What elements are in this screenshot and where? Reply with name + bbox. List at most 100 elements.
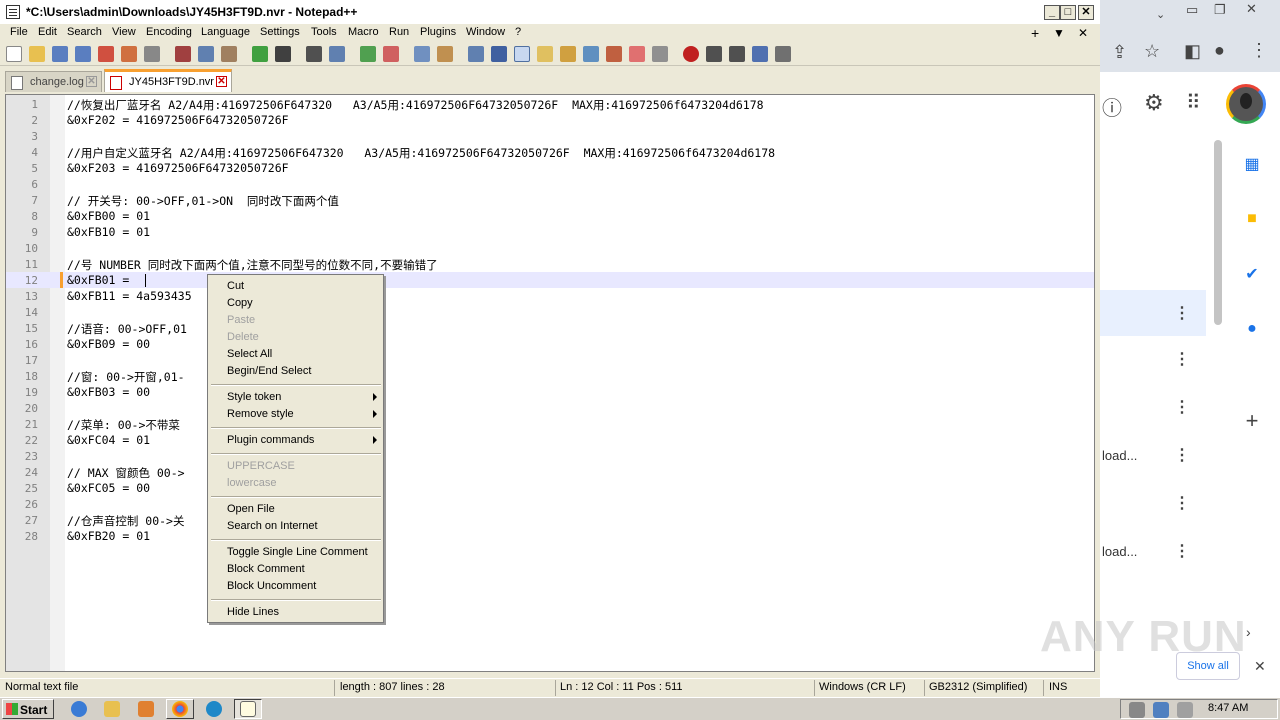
copy-icon[interactable] — [198, 46, 214, 62]
menu-search[interactable]: Search — [67, 26, 102, 38]
tab-change-log[interactable]: change.log ✕ — [5, 71, 102, 92]
network-icon[interactable] — [1153, 702, 1169, 718]
record-macro-icon[interactable] — [683, 46, 699, 62]
sync-h-icon[interactable] — [437, 46, 453, 62]
monitoring-icon[interactable] — [629, 46, 645, 62]
editor-line[interactable]: 17 — [6, 352, 1094, 368]
editor-line[interactable]: 26 — [6, 496, 1094, 512]
list-item[interactable]: ⋮ — [1100, 290, 1206, 336]
indent-guide-icon[interactable] — [514, 46, 530, 62]
menu-view[interactable]: View — [112, 26, 136, 38]
editor-line[interactable]: 3 — [6, 128, 1094, 144]
editor-line[interactable]: 4 //用户自定义蓝牙名 A2/A4用:416972506F647320 A3/A… — [6, 144, 1094, 160]
menu-item-block-uncomment[interactable]: Block Uncomment — [227, 580, 316, 592]
menu-item-select-all[interactable]: Select All — [227, 348, 272, 360]
list-item[interactable]: ⋮ — [1100, 480, 1206, 526]
close-doc-icon[interactable]: ✕ — [1078, 26, 1088, 40]
menu-item-remove-style[interactable]: Remove style — [227, 408, 294, 420]
explorer-icon[interactable] — [104, 701, 120, 717]
more-options-icon[interactable]: ⋮ — [1174, 541, 1190, 561]
apps-grid-icon[interactable]: ⠿ — [1186, 90, 1201, 115]
settings-gear-icon[interactable]: ⚙ — [1144, 90, 1164, 116]
udl-icon[interactable] — [537, 46, 553, 62]
menu-window[interactable]: Window — [466, 26, 505, 38]
bookmark-star-icon[interactable]: ☆ — [1144, 41, 1160, 62]
close-button[interactable]: ✕ — [1078, 5, 1094, 20]
editor-line[interactable]: 5 &0xF203 = 416972506F64732050726F — [6, 160, 1094, 176]
tray-icon[interactable] — [1177, 702, 1193, 718]
run-macro-multiple-icon[interactable] — [752, 46, 768, 62]
find-icon[interactable] — [306, 46, 322, 62]
chrome-taskbar-button[interactable] — [166, 699, 194, 719]
paste-icon[interactable] — [221, 46, 237, 62]
cut-icon[interactable] — [175, 46, 191, 62]
menu-help[interactable]: ? — [515, 26, 521, 38]
editor-line[interactable]: 21 //菜单: 00->不带菜 — [6, 416, 1094, 432]
minimize-icon[interactable]: ▭ — [1186, 2, 1198, 18]
editor-line[interactable]: 2 &0xF202 = 416972506F64732050726F — [6, 112, 1094, 128]
menu-item-search-internet[interactable]: Search on Internet — [227, 520, 318, 532]
menu-tools[interactable]: Tools — [311, 26, 337, 38]
editor-line[interactable]: 11 //号 NUMBER 同时改下面两个值,注意不同型号的位数不同,不要输错了 — [6, 256, 1094, 272]
editor-line[interactable]: 14 — [6, 304, 1094, 320]
close-file-icon[interactable] — [98, 46, 114, 62]
word-wrap-icon[interactable] — [468, 46, 484, 62]
menu-item-open-file[interactable]: Open File — [227, 503, 275, 515]
menu-macro[interactable]: Macro — [348, 26, 379, 38]
new-tab-icon[interactable]: + — [1031, 25, 1039, 41]
contacts-icon[interactable]: ● — [1242, 320, 1262, 340]
zoom-out-icon[interactable] — [383, 46, 399, 62]
redo-icon[interactable] — [275, 46, 291, 62]
editor-line[interactable]: 6 — [6, 176, 1094, 192]
add-icon[interactable]: + — [1242, 408, 1262, 433]
volume-icon[interactable] — [1129, 702, 1145, 718]
menu-run[interactable]: Run — [389, 26, 409, 38]
avatar[interactable] — [1226, 84, 1266, 124]
list-item[interactable]: load... ⋮ — [1100, 432, 1206, 478]
menu-item-style-token[interactable]: Style token — [227, 391, 281, 403]
sync-v-icon[interactable] — [414, 46, 430, 62]
calendar-icon[interactable]: ▦ — [1242, 154, 1262, 174]
editor-line[interactable]: 19 &0xFB03 = 00 — [6, 384, 1094, 400]
editor-line[interactable]: 15 //语音: 00->OFF,01 — [6, 320, 1094, 336]
tasks-icon[interactable]: ✔ — [1242, 264, 1262, 284]
more-options-icon[interactable]: ⋮ — [1174, 397, 1190, 417]
more-menu-icon[interactable]: ⋮ — [1250, 40, 1268, 61]
new-file-icon[interactable] — [6, 46, 22, 62]
view-icon[interactable] — [652, 46, 668, 62]
more-options-icon[interactable]: ⋮ — [1174, 303, 1190, 323]
print-icon[interactable] — [144, 46, 160, 62]
notepadpp-taskbar-button[interactable] — [234, 699, 262, 719]
close-downloads-icon[interactable]: ✕ — [1254, 658, 1266, 675]
start-button[interactable]: Start — [2, 699, 54, 719]
editor-line[interactable]: 18 //窗: 00->开窗,01- — [6, 368, 1094, 384]
tab-jy45h3ft9d[interactable]: JY45H3FT9D.nvr ✕ — [104, 69, 232, 92]
save-all-icon[interactable] — [75, 46, 91, 62]
menu-file[interactable]: File — [10, 26, 28, 38]
editor-line[interactable]: 25 &0xFC05 = 00 — [6, 480, 1094, 496]
menu-item-plugin-commands[interactable]: Plugin commands — [227, 434, 314, 446]
stop-macro-icon[interactable] — [706, 46, 722, 62]
replace-icon[interactable] — [329, 46, 345, 62]
doc-map-icon[interactable] — [560, 46, 576, 62]
play-macro-icon[interactable] — [729, 46, 745, 62]
editor-line[interactable]: 22 &0xFC04 = 01 — [6, 432, 1094, 448]
editor-line[interactable]: 10 — [6, 240, 1094, 256]
editor-line[interactable]: 8 &0xFB00 = 01 — [6, 208, 1094, 224]
chevron-down-icon[interactable]: ⌄ — [1156, 8, 1165, 21]
media-player-icon[interactable] — [138, 701, 154, 717]
scrollbar[interactable] — [1214, 140, 1222, 325]
editor-line[interactable]: 12 &0xFB01 = — [6, 272, 1094, 288]
help-icon[interactable]: ⓘ — [1102, 92, 1122, 121]
editor-line[interactable]: 1 //恢复出厂蓝牙名 A2/A4用:416972506F647320 A3/A5… — [6, 96, 1094, 112]
menu-item-begin-end-select[interactable]: Begin/End Select — [227, 365, 311, 377]
menu-item-cut[interactable]: Cut — [227, 280, 244, 292]
editor-line[interactable]: 27 //仓声音控制 00->关 — [6, 512, 1094, 528]
editor-line[interactable]: 9 &0xFB10 = 01 — [6, 224, 1094, 240]
editor-line[interactable]: 23 — [6, 448, 1094, 464]
restore-icon[interactable]: ❐ — [1214, 2, 1226, 18]
menu-encoding[interactable]: Encoding — [146, 26, 192, 38]
keep-icon[interactable]: ■ — [1242, 210, 1262, 230]
menu-item-block-comment[interactable]: Block Comment — [227, 563, 305, 575]
editor-line[interactable]: 13 &0xFB11 = 4a593435 — [6, 288, 1094, 304]
